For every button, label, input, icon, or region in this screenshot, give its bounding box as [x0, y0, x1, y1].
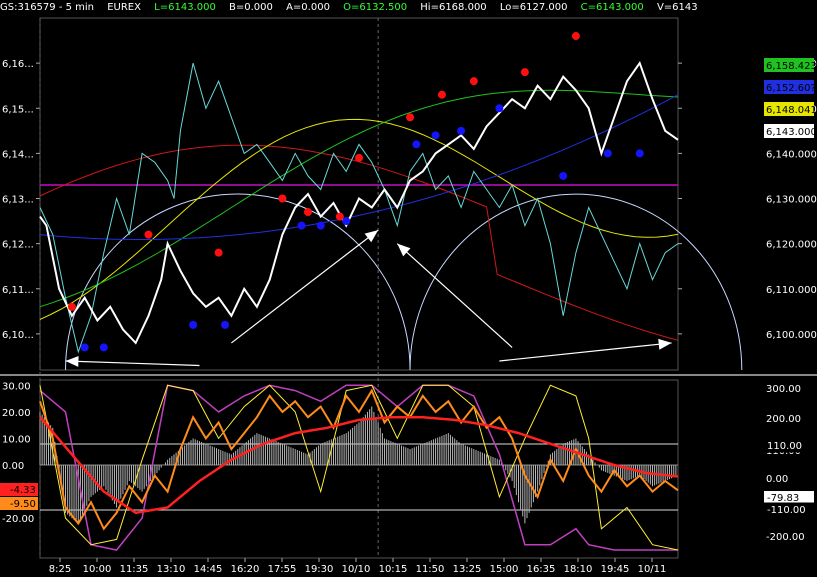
annotation-arrow-line: [499, 342, 672, 362]
x-tick-label: 14:45: [194, 564, 223, 575]
x-tick-label: 18:10: [564, 564, 593, 575]
red-signal-dot: [437, 90, 446, 99]
red-signal-dot: [469, 77, 478, 86]
price-badge-label: 6,143.000: [766, 127, 817, 138]
x-tick-label: 19:30: [305, 564, 334, 575]
x-tick-label: 10/11: [638, 564, 667, 575]
x-tick-label: 8:25: [49, 564, 71, 575]
x-tick-label: 19:45: [601, 564, 630, 575]
annotation-arrow-head: [658, 338, 672, 350]
osc-left-badge-label: -4.33: [10, 485, 36, 496]
annotation-arrow-head: [65, 355, 79, 367]
red-signal-dot: [278, 194, 287, 203]
red-signal-dot: [303, 208, 312, 217]
osc-tick-label-left: 20.00: [2, 408, 31, 419]
annotation-arrow-head: [364, 230, 379, 243]
annotation-arrow-line: [231, 229, 379, 344]
price-tick-label-right: 6,100.000: [766, 330, 817, 341]
price-tick-label-right: 6,130.000: [766, 195, 817, 206]
price-tick-label-left: 6,14...: [2, 149, 34, 160]
blue-signal-dot: [221, 320, 230, 329]
price-tick-label-right: 6,110.000: [766, 285, 817, 296]
blue-signal-dot: [189, 320, 198, 329]
x-tick-label: 10/10: [342, 564, 371, 575]
x-tick-label: 11:50: [416, 564, 445, 575]
blue-signal-dot: [297, 221, 306, 230]
blue-signal-dot: [80, 343, 89, 352]
blue-signal-dot: [635, 149, 644, 158]
blue-signal-dot: [431, 131, 440, 140]
x-tick-label: 13:10: [157, 564, 186, 575]
osc-tick-label-left: 30.00: [2, 381, 31, 392]
price-tick-label-left: 6,11...: [2, 285, 34, 296]
price-badge-label: 6,152.60?: [766, 83, 816, 94]
price-tick-label-left: 6,15...: [2, 104, 34, 115]
red-signal-dot: [571, 32, 580, 41]
blue-signal-dot: [603, 149, 612, 158]
price-tick-label-left: 6,10...: [2, 330, 34, 341]
x-tick-label: 15:00: [490, 564, 519, 575]
x-tick-label: 13:25: [453, 564, 482, 575]
x-tick-label: 16:35: [527, 564, 556, 575]
osc-tick-label-right: 300.00: [766, 384, 801, 395]
price-badge-label: 6,148.041: [766, 105, 817, 116]
x-tick-label: 16:20: [231, 564, 260, 575]
blue-signal-dot: [457, 126, 466, 135]
price-tick-label-left: 6,16...: [2, 59, 34, 70]
x-tick-label: 17:55: [268, 564, 297, 575]
osc-tick-label-left: -20.00: [2, 514, 34, 525]
x-tick-label: 11:35: [120, 564, 149, 575]
osc-left-badge-label: -9.50: [10, 499, 36, 510]
arc-1: [65, 193, 411, 371]
blue-signal-dot: [316, 221, 325, 230]
price-tick-label-right: 6,120.000: [766, 240, 817, 251]
blue-signal-dot: [342, 217, 351, 226]
price-badge-label: 6,158.423: [766, 61, 817, 72]
red-signal-dot: [355, 153, 363, 162]
blue-signal-dot: [559, 171, 568, 180]
price-tick-label-left: 6,12...: [2, 240, 34, 251]
osc-tick-label-left: 10.00: [2, 434, 31, 445]
red-moving-average: [39, 144, 679, 341]
osc-tick-label-right: 200.00: [766, 414, 801, 425]
osc-tick-label-right: -200.00: [766, 532, 805, 543]
blue-signal-dot: [495, 104, 504, 113]
red-signal-dot: [67, 302, 76, 311]
x-tick-label: 10:00: [83, 564, 112, 575]
osc-tick-label-left: 0.00: [2, 461, 24, 472]
price-tick-label-left: 6,13...: [2, 195, 34, 206]
red-signal-dot: [406, 113, 415, 122]
red-signal-dot: [144, 230, 153, 239]
x-tick-label: 10:15: [379, 564, 408, 575]
white-price-series: [39, 60, 679, 345]
blue-signal-dot: [412, 140, 421, 149]
yellow-moving-average: [39, 118, 679, 320]
annotation-arrow-line: [65, 360, 200, 367]
chart-canvas[interactable]: 6,10... 6,100.000 6,11... 6,110.000 6,12... 6…: [0, 0, 817, 577]
price-tick-label-right: 6,140.000: [766, 149, 817, 160]
osc-right-badge-label: -110.00: [767, 505, 806, 516]
red-signal-dot: [214, 248, 223, 257]
osc-tick-label-right: 0.00: [766, 474, 788, 485]
blue-moving-average: [39, 94, 679, 240]
osc-right-badge-label: -79.83: [767, 493, 799, 504]
osc-right-badge-label: 110.00: [767, 441, 802, 452]
blue-signal-dot: [99, 343, 108, 352]
red-signal-dot: [520, 68, 529, 77]
